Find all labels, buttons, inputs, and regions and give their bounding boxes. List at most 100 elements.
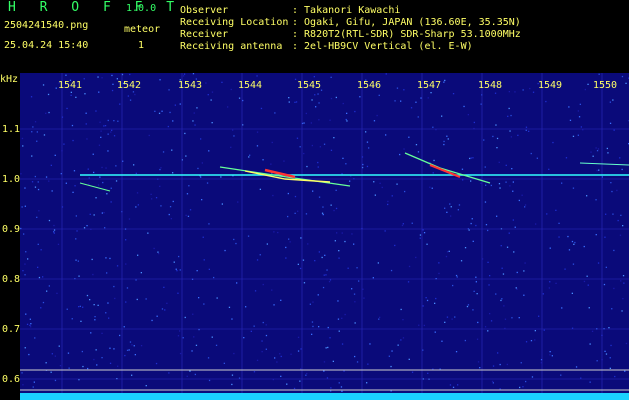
noise-speck (288, 238, 290, 240)
noise-speck (156, 315, 158, 317)
noise-speck (45, 112, 47, 114)
noise-speck (472, 157, 474, 159)
noise-speck (484, 201, 487, 203)
noise-speck (471, 218, 473, 220)
noise-speck (289, 241, 291, 243)
noise-speck (475, 276, 477, 278)
noise-speck (535, 223, 537, 225)
noise-speck (625, 342, 628, 345)
noise-speck (111, 89, 114, 92)
noise-speck (362, 288, 364, 290)
noise-speck (48, 285, 50, 287)
noise-speck (293, 387, 296, 390)
noise-speck (238, 97, 241, 99)
receiver-value: : R820T2(RTL-SDR) SDR-Sharp 53.1000MHz (292, 29, 521, 40)
noise-speck (454, 316, 456, 318)
noise-speck (30, 326, 32, 328)
noise-speck (32, 126, 34, 128)
noise-speck (42, 276, 44, 278)
noise-speck (448, 250, 450, 252)
noise-speck (30, 96, 33, 98)
noise-speck (215, 344, 218, 346)
noise-speck (177, 335, 180, 337)
noise-speck (517, 134, 519, 136)
noise-speck (508, 232, 510, 234)
noise-speck (305, 112, 307, 115)
y-tick-0-9: 0.9 (2, 224, 21, 235)
noise-speck (105, 257, 107, 259)
noise-speck (27, 258, 29, 260)
noise-speck (22, 145, 24, 147)
noise-speck (208, 268, 210, 270)
noise-speck (317, 93, 319, 95)
noise-speck (94, 316, 96, 318)
noise-speck (72, 191, 74, 193)
noise-speck (265, 324, 267, 326)
noise-speck (188, 185, 190, 187)
noise-speck (107, 119, 109, 122)
noise-speck (501, 298, 503, 300)
noise-speck (306, 165, 308, 168)
noise-speck (511, 317, 513, 319)
noise-speck (262, 321, 264, 324)
noise-speck (51, 190, 53, 192)
noise-speck (580, 126, 582, 128)
noise-speck (613, 249, 615, 252)
noise-speck (396, 87, 399, 89)
noise-speck (509, 185, 511, 187)
noise-speck (330, 97, 333, 100)
noise-speck (449, 203, 451, 205)
noise-speck (208, 223, 210, 225)
noise-speck (65, 74, 67, 76)
noise-speck (249, 154, 251, 156)
noise-speck (472, 240, 474, 242)
noise-speck (548, 287, 550, 289)
noise-speck (359, 96, 361, 98)
noise-speck (155, 362, 158, 365)
noise-speck (501, 267, 503, 269)
noise-speck (391, 350, 393, 352)
noise-speck (400, 308, 402, 311)
noise-speck (366, 165, 369, 168)
noise-speck (110, 187, 112, 189)
noise-speck (450, 215, 452, 217)
noise-speck (623, 282, 625, 284)
noise-speck (136, 192, 139, 194)
noise-speck (503, 305, 505, 307)
noise-speck (168, 89, 170, 91)
noise-speck (43, 134, 46, 136)
noise-speck (492, 382, 494, 384)
noise-speck (124, 354, 126, 357)
noise-speck (20, 173, 22, 175)
noise-speck (309, 303, 311, 305)
noise-speck (34, 337, 36, 339)
noise-speck (446, 135, 448, 137)
noise-speck (103, 125, 105, 127)
noise-speck (492, 135, 494, 138)
noise-speck (329, 337, 331, 339)
noise-speck (490, 184, 492, 187)
noise-speck (494, 92, 497, 94)
y-axis-unit: kHz (0, 74, 19, 85)
y-tick-0-6: 0.6 (2, 374, 21, 385)
noise-speck (473, 290, 475, 292)
noise-speck (236, 282, 238, 284)
noise-speck (117, 120, 119, 122)
noise-speck (317, 161, 319, 164)
noise-speck (313, 76, 315, 78)
x-tick-1543: 1543 (178, 80, 203, 91)
noise-speck (438, 262, 440, 264)
noise-speck (621, 168, 623, 171)
noise-speck (303, 282, 306, 284)
noise-speck (97, 184, 100, 186)
noise-speck (613, 287, 615, 290)
noise-speck (497, 352, 499, 354)
noise-speck (415, 256, 417, 259)
noise-speck (48, 111, 50, 114)
noise-speck (22, 384, 24, 386)
noise-speck (74, 185, 76, 187)
noise-speck (435, 297, 437, 300)
noise-speck (203, 303, 205, 305)
noise-speck (76, 230, 78, 232)
noise-speck (322, 206, 324, 208)
